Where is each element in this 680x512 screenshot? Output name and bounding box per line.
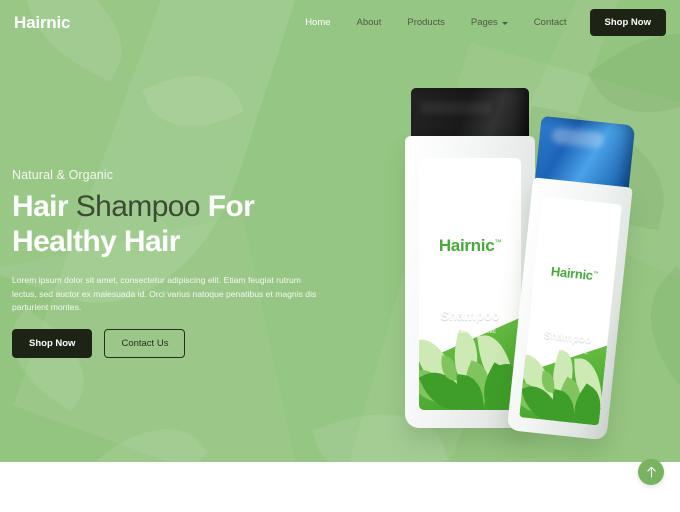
nav-item-label: Home — [305, 17, 331, 28]
product-image: Hairnic™ Shampoo Natural & Organic Hairn… — [395, 80, 655, 441]
nav-item-label: Pages — [470, 17, 498, 28]
label-product-name: Shampoo — [440, 308, 500, 323]
background-leaf-icon — [81, 402, 209, 462]
nav-item-about[interactable]: About — [344, 11, 395, 34]
hero-shop-now-button[interactable]: Shop Now — [12, 329, 93, 359]
nav-item-home[interactable]: Home — [292, 11, 343, 34]
bottle-cap-black — [411, 88, 529, 140]
nav-item-products[interactable]: Products — [394, 11, 458, 34]
nav-item-pages[interactable]: Pages — [458, 11, 521, 34]
headline-word-shampoo: Shampoo — [75, 190, 201, 223]
nav-item-contact[interactable]: Contact — [521, 11, 580, 34]
bottle-label: Hairnic™ Shampoo Natural & Organic — [419, 158, 521, 410]
nav-item-label: Products — [407, 17, 445, 28]
hero-copy: Natural & Organic Hair Shampoo For Healt… — [12, 168, 342, 359]
label-green-panel — [519, 221, 622, 426]
label-brand-name: Hairnic™ — [419, 236, 521, 256]
hero-section: Hairnic Home About Products Pages Contac… — [0, 0, 680, 462]
label-green-panel — [419, 175, 521, 410]
trademark-icon: ™ — [494, 238, 502, 247]
nav-links: Home About Products Pages Contact — [292, 11, 579, 34]
headline-word-for: For — [207, 190, 255, 223]
arrow-up-icon — [646, 466, 656, 478]
trademark-icon: ™ — [592, 270, 599, 278]
hero-button-row: Shop Now Contact Us — [12, 329, 342, 359]
nav-item-label: About — [356, 17, 382, 28]
headline-word-hair: Hair — [12, 190, 69, 223]
nav-item-label: Contact — [533, 17, 567, 28]
hero-eyebrow: Natural & Organic — [12, 168, 114, 182]
label-brand-text: Hairnic — [438, 236, 495, 255]
hero-paragraph: Lorem ipsum dolor sit amet, consectetur … — [12, 274, 317, 313]
headline-word-healthy-hair: Healthy Hair — [12, 224, 180, 258]
background-leaf-icon — [142, 58, 244, 144]
scroll-to-top-button[interactable] — [638, 459, 664, 485]
shop-now-button[interactable]: Shop Now — [589, 9, 666, 36]
chevron-down-icon — [501, 21, 508, 25]
label-tagline: Natural & Organic — [444, 328, 496, 335]
page-root: Hairnic Home About Products Pages Contac… — [0, 0, 680, 512]
site-logo[interactable]: Hairnic — [14, 13, 70, 33]
hero-headline: Hair Shampoo For Healthy Hair — [12, 190, 342, 260]
navbar: Hairnic Home About Products Pages Contac… — [0, 0, 680, 45]
hero-contact-us-button[interactable]: Contact Us — [104, 329, 186, 359]
bottle-label: Hairnic™ Shampoo Natural & Organic — [519, 196, 622, 426]
